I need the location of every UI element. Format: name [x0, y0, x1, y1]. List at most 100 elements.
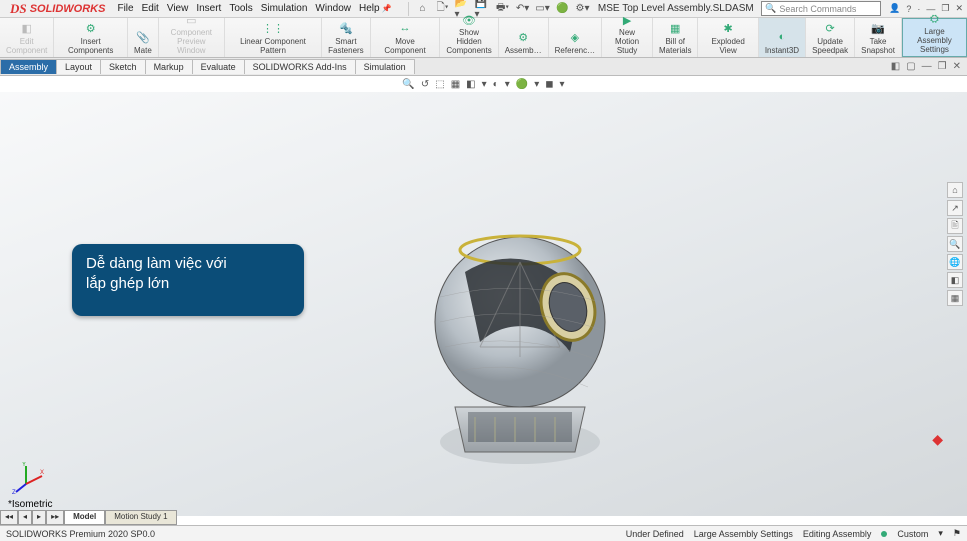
- menu-pin-icon[interactable]: 📌: [382, 4, 392, 13]
- cmd-tab-evaluate[interactable]: Evaluate: [192, 59, 245, 74]
- rebuild-icon[interactable]: 🟢: [555, 1, 571, 17]
- close-button[interactable]: ✕: [955, 3, 963, 14]
- cmd-tab-sketch[interactable]: Sketch: [100, 59, 146, 74]
- tab-close-icon[interactable]: ✕: [953, 61, 961, 72]
- large-assembly-icon: ⛭: [926, 13, 942, 26]
- headsup-icon-8[interactable]: 🟢: [516, 79, 528, 90]
- ribbon-smart-fasteners[interactable]: 🔩Smart Fasteners: [322, 18, 371, 57]
- ribbon-large-assembly[interactable]: ⛭Large Assembly Settings: [902, 18, 967, 57]
- tab-nav-last[interactable]: ▸▸: [46, 510, 64, 525]
- taskpane-tab-5[interactable]: ◧: [947, 272, 963, 288]
- ribbon-move-component[interactable]: ↔Move Component: [371, 18, 441, 57]
- new-doc-icon[interactable]: 🗋▾: [435, 1, 451, 17]
- ribbon-assembly-tools[interactable]: ⚙Assemb…: [499, 18, 549, 57]
- restore-button[interactable]: ❐: [941, 3, 949, 14]
- menu-insert[interactable]: Insert: [196, 3, 221, 14]
- headsup-icon-3[interactable]: ▦: [451, 79, 460, 90]
- component-preview-icon: ▭: [183, 14, 199, 27]
- assembly-tools-label: Assemb…: [505, 46, 542, 55]
- tab-restore-icon[interactable]: ❐: [938, 61, 947, 72]
- exploded-icon: ✱: [720, 20, 736, 36]
- status-units[interactable]: Custom: [897, 529, 928, 539]
- taskpane-tab-2[interactable]: 🖹: [947, 218, 963, 234]
- status-flag-icon[interactable]: ⚑: [953, 528, 961, 539]
- tab-nav-prev[interactable]: ◂: [18, 510, 32, 525]
- ribbon-mate[interactable]: 📎Mate: [128, 18, 159, 57]
- ribbon-reference[interactable]: ◈Referenc…: [549, 18, 602, 57]
- ribbon-bom[interactable]: ▦Bill of Materials: [653, 18, 698, 57]
- headsup-icon-10[interactable]: ◼: [545, 79, 553, 90]
- tab-collapse-left-icon[interactable]: ◧: [891, 61, 900, 72]
- headsup-icon-0[interactable]: 🔍: [402, 79, 414, 90]
- model-tab[interactable]: Model: [64, 510, 105, 525]
- menu-edit[interactable]: Edit: [142, 3, 159, 14]
- headsup-icon-11[interactable]: ▾: [560, 79, 565, 90]
- headsup-icon-9[interactable]: ▾: [534, 79, 539, 90]
- cmd-tab-row: AssemblyLayoutSketchMarkupEvaluateSOLIDW…: [0, 59, 414, 74]
- taskpane-tab-4[interactable]: 🌐: [947, 254, 963, 270]
- ribbon-take-snapshot[interactable]: 📷Take Snapshot: [855, 18, 902, 57]
- orientation-triad[interactable]: Y X Z: [12, 462, 44, 494]
- exploded-label: Exploded View: [704, 37, 751, 55]
- ribbon-exploded[interactable]: ✱Exploded View: [698, 18, 758, 57]
- move-component-icon: ↔: [397, 20, 413, 36]
- cmd-tab-layout[interactable]: Layout: [56, 59, 101, 74]
- insert-components-icon: ⚙: [83, 20, 99, 36]
- home-icon[interactable]: ⌂: [415, 1, 431, 17]
- cmd-tab-simulation[interactable]: Simulation: [355, 59, 415, 74]
- take-snapshot-label: Take Snapshot: [861, 37, 895, 55]
- headsup-icon-4[interactable]: ◧: [466, 79, 475, 90]
- show-hidden-icon: 👁: [461, 14, 477, 27]
- help-icon[interactable]: ?: [906, 4, 911, 14]
- menu-window[interactable]: Window: [315, 3, 351, 14]
- update-speedpak-label: Update Speedpak: [812, 37, 848, 55]
- heads-up-toolbar: 🔍 ↺ ⬚ ▦ ◧ ▾ ◐ ▾ 🟢 ▾ ◼ ▾: [0, 76, 967, 92]
- undo-icon[interactable]: ↶▾: [515, 1, 531, 17]
- graphics-area[interactable]: Dễ dàng làm việc với lắp ghép lớn Y X Z …: [0, 92, 967, 516]
- headsup-icon-5[interactable]: ▾: [482, 79, 487, 90]
- tab-nav-first[interactable]: ◂◂: [0, 510, 18, 525]
- ribbon-update-speedpak[interactable]: ⟳Update Speedpak: [806, 18, 855, 57]
- tab-minimize-icon[interactable]: —: [922, 61, 932, 72]
- taskpane-tab-1[interactable]: ↗: [947, 200, 963, 216]
- menu-help[interactable]: Help: [359, 3, 380, 14]
- select-icon[interactable]: ▭▾: [535, 1, 551, 17]
- ribbon-insert-components[interactable]: ⚙Insert Components: [54, 18, 128, 57]
- headsup-icon-2[interactable]: ⬚: [435, 79, 444, 90]
- ribbon-instant3d[interactable]: ◐Instant3D: [759, 18, 806, 57]
- search-input[interactable]: 🔍Search Commands: [761, 1, 881, 16]
- print-icon[interactable]: 🖶▾: [495, 1, 511, 17]
- cmd-tab-markup[interactable]: Markup: [145, 59, 193, 74]
- reference-icon: ◈: [567, 29, 583, 45]
- model-preview: [420, 202, 620, 482]
- headsup-icon-1[interactable]: ↺: [421, 79, 429, 90]
- login-icon[interactable]: 👤: [889, 3, 900, 14]
- view-label: *Isometric: [8, 499, 52, 510]
- motion-study-tab[interactable]: Motion Study 1: [105, 510, 176, 525]
- status-bar: SOLIDWORKS Premium 2020 SP0.0 Under Defi…: [0, 525, 967, 541]
- task-pane-tabs: ⌂ ↗ 🖹 🔍 🌐 ◧ ▦: [947, 182, 963, 306]
- tab-nav-next[interactable]: ▸: [32, 510, 46, 525]
- status-arrow-icon[interactable]: ▾: [938, 528, 943, 539]
- headsup-icon-6[interactable]: ◐: [493, 79, 499, 90]
- heads-up-row: 🔍 ↺ ⬚ ▦ ◧ ▾ ◐ ▾ 🟢 ▾ ◼ ▾: [402, 79, 564, 90]
- taskpane-tab-0[interactable]: ⌂: [947, 182, 963, 198]
- options-icon[interactable]: ⚙▾: [575, 1, 591, 17]
- menu-tools[interactable]: Tools: [229, 3, 252, 14]
- menu-simulation[interactable]: Simulation: [261, 3, 308, 14]
- cmd-tab-solidworks-add-ins[interactable]: SOLIDWORKS Add-Ins: [244, 59, 356, 74]
- status-version: SOLIDWORKS Premium 2020 SP0.0: [6, 529, 155, 539]
- cmd-tab-assembly[interactable]: Assembly: [0, 59, 57, 74]
- minimize-button[interactable]: —: [926, 4, 935, 14]
- menu-view[interactable]: View: [167, 3, 189, 14]
- large-assembly-label: Large Assembly Settings: [909, 27, 960, 54]
- taskpane-tab-6[interactable]: ▦: [947, 290, 963, 306]
- ribbon-linear-pattern[interactable]: ⋮⋮Linear Component Pattern: [225, 18, 322, 57]
- ribbon-show-hidden[interactable]: 👁Show Hidden Components: [440, 18, 498, 57]
- tab-collapse-right-icon[interactable]: ▢: [906, 61, 915, 72]
- menu-file[interactable]: File: [117, 3, 133, 14]
- taskpane-tab-3[interactable]: 🔍: [947, 236, 963, 252]
- ribbon-new-motion[interactable]: ▶New Motion Study: [602, 18, 653, 57]
- status-dot-icon: [881, 531, 887, 537]
- headsup-icon-7[interactable]: ▾: [505, 79, 510, 90]
